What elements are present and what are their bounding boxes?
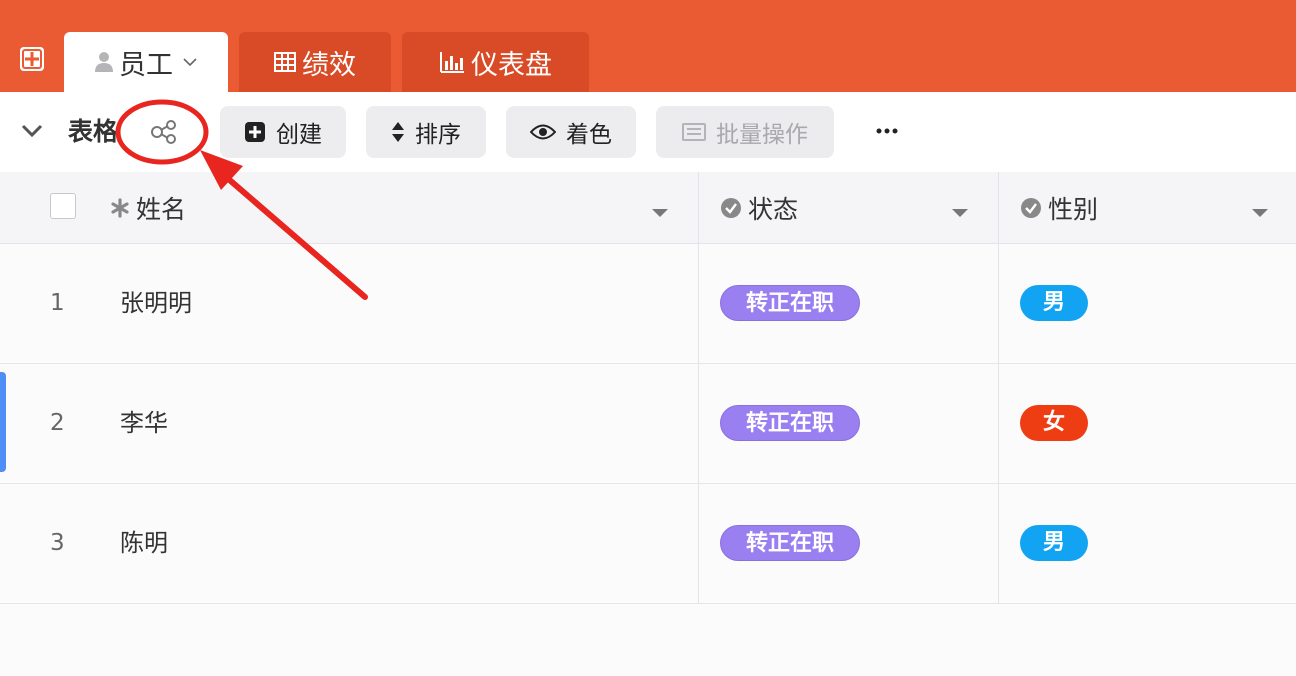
check-circle-icon bbox=[720, 197, 742, 219]
tab-label: 仪表盘 bbox=[471, 49, 552, 81]
asterisk-icon bbox=[110, 197, 130, 218]
tab-performance[interactable]: 绩效 bbox=[239, 32, 391, 92]
column-divider bbox=[998, 172, 999, 243]
collapse-chevron-icon[interactable] bbox=[20, 120, 44, 146]
column-header-label: 状态 bbox=[748, 194, 799, 224]
column-header-gender[interactable]: 性别 bbox=[1020, 172, 1098, 243]
view-title[interactable]: 表格 bbox=[68, 112, 118, 152]
name-cell[interactable]: 李华 bbox=[120, 364, 168, 483]
column-header-name[interactable]: 姓名 bbox=[110, 172, 186, 243]
sort-label: 排序 bbox=[415, 122, 461, 148]
column-divider bbox=[998, 484, 999, 603]
caret-down-icon[interactable] bbox=[952, 203, 968, 222]
row-number: 1 bbox=[50, 290, 65, 316]
status-tag[interactable]: 转正在职 bbox=[720, 525, 860, 561]
table-row[interactable]: 1 张明明 转正在职 男 bbox=[0, 244, 1296, 364]
create-button[interactable]: 创建 bbox=[220, 106, 346, 158]
color-button[interactable]: 着色 bbox=[506, 106, 636, 158]
check-circle-icon bbox=[1020, 197, 1042, 219]
sort-button[interactable]: 排序 bbox=[366, 106, 486, 158]
column-divider bbox=[698, 364, 699, 483]
gender-tag[interactable]: 女 bbox=[1020, 405, 1088, 441]
eye-icon bbox=[530, 123, 556, 141]
status-tag[interactable]: 转正在职 bbox=[720, 405, 860, 441]
table-row[interactable]: 3 陈明 转正在职 男 bbox=[0, 484, 1296, 604]
sort-icon bbox=[391, 121, 405, 143]
name-cell[interactable]: 张明明 bbox=[120, 244, 192, 363]
batch-operation-button[interactable]: 批量操作 bbox=[656, 106, 834, 158]
tab-dashboard[interactable]: 仪表盘 bbox=[402, 32, 589, 92]
batch-label: 批量操作 bbox=[716, 122, 808, 148]
caret-down-icon[interactable] bbox=[652, 203, 668, 222]
select-all-checkbox[interactable] bbox=[50, 193, 76, 219]
row-number: 3 bbox=[50, 530, 65, 556]
gender-tag[interactable]: 男 bbox=[1020, 285, 1088, 321]
app-menu-icon[interactable] bbox=[20, 47, 44, 71]
chevron-down-icon[interactable] bbox=[183, 57, 197, 67]
list-icon bbox=[682, 123, 706, 141]
gender-tag[interactable]: 男 bbox=[1020, 525, 1088, 561]
tab-label: 绩效 bbox=[302, 49, 356, 81]
user-icon bbox=[95, 51, 113, 73]
name-cell[interactable]: 陈明 bbox=[120, 484, 168, 603]
more-options-icon[interactable] bbox=[876, 120, 898, 139]
color-label: 着色 bbox=[566, 122, 612, 148]
column-header-status[interactable]: 状态 bbox=[720, 172, 798, 243]
table-header-row: 姓名 状态 性别 bbox=[0, 172, 1296, 244]
column-divider bbox=[698, 484, 699, 603]
tab-employees[interactable]: 员工 bbox=[64, 32, 228, 92]
tab-label: 员工 bbox=[119, 49, 173, 81]
status-tag[interactable]: 转正在职 bbox=[720, 285, 860, 321]
column-divider bbox=[998, 244, 999, 363]
plus-square-icon bbox=[244, 121, 266, 143]
view-toolbar: 表格 创建 排序 着色 批量操作 bbox=[0, 92, 1296, 173]
bar-chart-icon bbox=[439, 51, 465, 73]
top-tab-bar: 员工 绩效 仪表盘 bbox=[0, 0, 1296, 92]
caret-down-icon[interactable] bbox=[1252, 203, 1268, 222]
table-row[interactable]: 2 李华 转正在职 女 bbox=[0, 364, 1296, 484]
column-header-label: 性别 bbox=[1048, 194, 1099, 224]
column-header-label: 姓名 bbox=[136, 194, 187, 224]
column-divider bbox=[998, 364, 999, 483]
share-link-icon[interactable] bbox=[150, 119, 180, 149]
column-divider bbox=[698, 172, 699, 243]
side-panel-handle[interactable] bbox=[0, 372, 6, 472]
grid-icon bbox=[274, 52, 296, 72]
row-number: 2 bbox=[50, 410, 65, 436]
create-label: 创建 bbox=[276, 122, 322, 148]
column-divider bbox=[698, 244, 699, 363]
